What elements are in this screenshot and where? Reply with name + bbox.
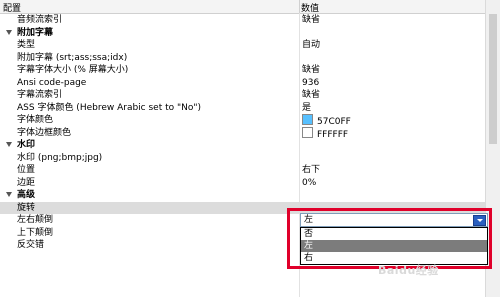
color-swatch: [302, 126, 313, 138]
property-name: Ansi code-page: [17, 77, 87, 88]
property-row[interactable]: 位置 右下: [0, 164, 485, 176]
property-name: 字幕流索引: [17, 90, 63, 100]
property-name: 字体颜色: [17, 115, 54, 125]
property-value[interactable]: 936: [302, 77, 319, 89]
property-value-text: FFFFFF: [317, 129, 349, 140]
property-name: 字幕字体大小 (% 屏幕大小): [17, 65, 129, 75]
watermark-text: Baidu经验: [378, 264, 439, 277]
header-divider[interactable]: [299, 0, 300, 13]
property-row[interactable]: 类型 自动: [0, 39, 485, 51]
property-name: ASS 字体颜色 (Hebrew Arabic set to "No"): [17, 102, 202, 113]
property-value-text: 57C0FF: [317, 117, 351, 127]
property-value-text: 右下: [302, 165, 321, 175]
property-name: 旋转: [17, 202, 36, 213]
property-value-text: 0%: [302, 177, 317, 188]
property-name: 水印 (png;bmp;jpg): [17, 152, 103, 163]
property-value-text: 936: [302, 77, 320, 88]
property-value[interactable]: 缺省: [302, 89, 320, 101]
highlight-annotation-box: [287, 208, 492, 269]
category-label: 附加字幕: [17, 27, 54, 38]
property-name: 附加字幕 (srt;ass;ssa;idx): [17, 52, 128, 63]
property-row[interactable]: 字体边框颜色 FFFFFF: [0, 126, 485, 140]
property-value-text: 缺省: [302, 65, 321, 75]
property-row[interactable]: 边距 0%: [0, 177, 485, 189]
property-value[interactable]: 缺省: [302, 14, 320, 26]
category-row[interactable]: 附加字幕: [0, 27, 485, 39]
header-value[interactable]: 数值: [301, 1, 319, 14]
property-name: 左右颠倒: [17, 215, 54, 225]
collapse-triangle-icon[interactable]: [6, 142, 12, 147]
property-value-text: 缺省: [302, 90, 321, 100]
header-config[interactable]: 配置: [3, 1, 21, 14]
scrollbar-thumb[interactable]: [489, 14, 497, 144]
property-name: 类型: [17, 40, 36, 50]
property-value[interactable]: 缺省: [302, 64, 320, 76]
category-label: 水印: [17, 140, 36, 150]
color-swatch: [302, 114, 313, 125]
property-row[interactable]: 音频流索引 缺省: [0, 14, 485, 26]
property-row[interactable]: 字幕流索引 缺省: [0, 89, 485, 101]
property-name: 上下颠倒: [17, 227, 54, 238]
property-value-text: 是: [302, 102, 312, 113]
property-name: 字体边框颜色: [17, 127, 72, 138]
collapse-triangle-icon[interactable]: [6, 192, 12, 197]
category-row[interactable]: 水印: [0, 139, 485, 151]
property-value[interactable]: 自动: [302, 39, 320, 51]
property-row[interactable]: Ansi code-page 936: [0, 77, 485, 89]
property-value-text: 缺省: [302, 15, 321, 25]
property-name: 反交错: [17, 240, 45, 250]
property-name: 音频流索引: [17, 15, 63, 25]
category-row[interactable]: 高级: [0, 189, 485, 201]
category-label: 高级: [17, 190, 36, 200]
property-value-text: 自动: [302, 40, 321, 50]
grid-header: 配置 数值: [0, 0, 485, 14]
property-row[interactable]: 水印 (png;bmp;jpg): [0, 152, 485, 164]
property-name: 边距: [17, 177, 36, 188]
property-name: 位置: [17, 165, 36, 175]
property-row[interactable]: 字幕字体大小 (% 屏幕大小) 缺省: [0, 64, 485, 76]
property-value[interactable]: 右下: [302, 164, 320, 176]
property-row[interactable]: ASS 字体颜色 (Hebrew Arabic set to "No") 是: [0, 102, 485, 114]
collapse-triangle-icon[interactable]: [6, 29, 12, 35]
property-row[interactable]: 字体颜色 57C0FF: [0, 114, 485, 127]
property-value[interactable]: 是: [302, 102, 311, 114]
property-row[interactable]: 附加字幕 (srt;ass;ssa;idx): [0, 52, 485, 64]
property-value[interactable]: 0%: [302, 177, 316, 189]
